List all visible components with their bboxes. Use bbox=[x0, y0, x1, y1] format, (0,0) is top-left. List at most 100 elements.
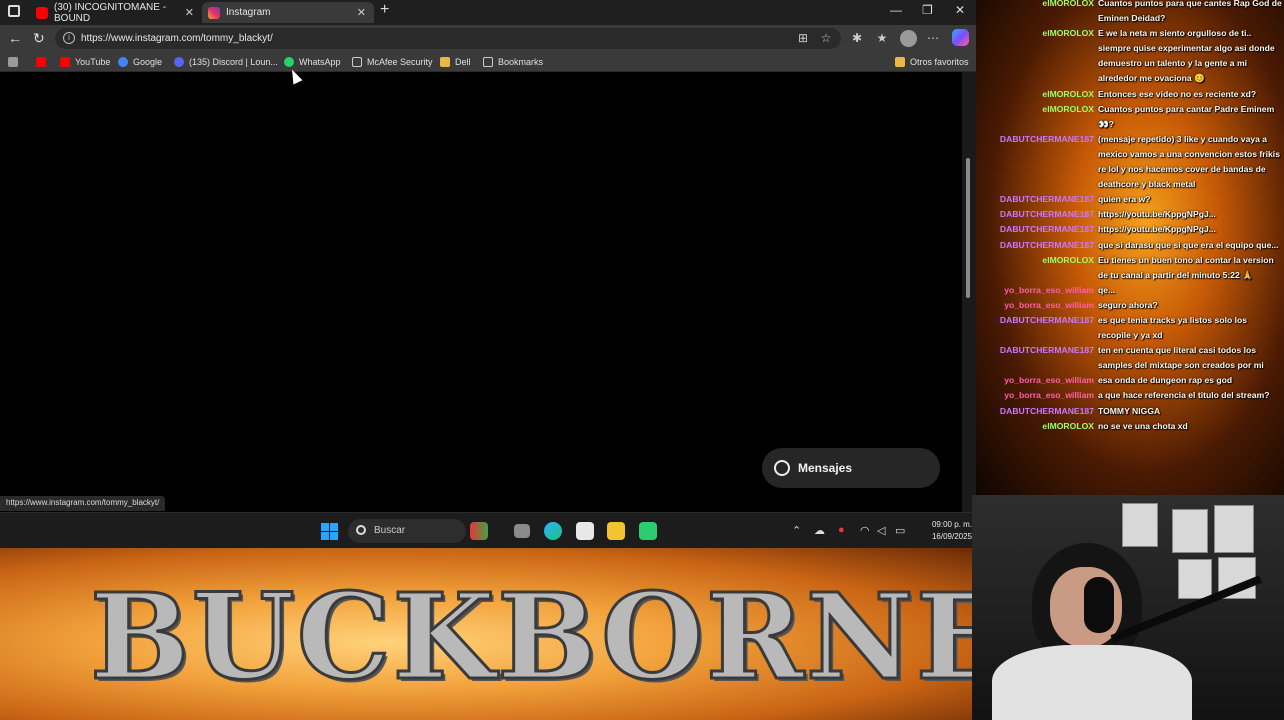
chat-username: DABUTCHERMANE187 bbox=[999, 314, 1094, 325]
app-available-icon[interactable]: ⊞ bbox=[796, 31, 810, 45]
youtube-icon bbox=[60, 57, 70, 67]
windows-start-icon[interactable] bbox=[321, 523, 338, 540]
chat-message: yo_borra_eso_william esa onda de dungeon … bbox=[976, 373, 1284, 388]
chat-username: elMOROLOX bbox=[1042, 103, 1094, 114]
minimize-button[interactable]: — bbox=[890, 3, 902, 17]
reload-button[interactable]: ↻ bbox=[33, 30, 45, 47]
taskbar-search[interactable]: Buscar bbox=[348, 519, 466, 543]
chat-text: ten en cuenta que literal casi todos los… bbox=[1098, 345, 1264, 371]
file-explorer-icon[interactable] bbox=[607, 522, 625, 540]
bookmark-label: Dell bbox=[455, 57, 471, 67]
close-icon[interactable]: ✕ bbox=[185, 6, 194, 19]
bookmark-google[interactable]: Google bbox=[118, 55, 162, 69]
url-input[interactable]: i https://www.instagram.com/tommy_blacky… bbox=[55, 28, 841, 49]
chat-message: DABUTCHERMANE187 https://youtu.be/KppgNPg… bbox=[976, 207, 1284, 222]
youtube-icon bbox=[36, 6, 48, 19]
bookmark-label: Bookmarks bbox=[498, 57, 544, 67]
chat-username: DABUTCHERMANE187 bbox=[999, 224, 1094, 235]
restore-button[interactable]: ❐ bbox=[922, 3, 933, 17]
favorites-icon[interactable]: ★ bbox=[875, 31, 889, 45]
tray-chevron-icon[interactable]: ⌃ bbox=[792, 524, 801, 537]
bookmark-label: Otros favoritos bbox=[910, 57, 969, 67]
bookmark-bookmarks[interactable]: Bookmarks bbox=[483, 55, 543, 69]
bookmark-whatsapp[interactable]: WhatsApp bbox=[284, 55, 341, 69]
chat-message: DABUTCHERMANE187 que si darasu que si que… bbox=[976, 238, 1284, 253]
bookmark-youtube[interactable]: YouTube bbox=[60, 55, 110, 69]
chat-message: elMOROLOX Cuantos puntos para cantar Padr… bbox=[976, 102, 1284, 132]
chat-text: qe... bbox=[1098, 284, 1116, 295]
stream-banner: BUCKBORNE bbox=[0, 548, 972, 720]
wall-poster bbox=[1178, 559, 1212, 599]
onedrive-icon[interactable]: ☁ bbox=[814, 524, 825, 537]
wifi-icon[interactable]: ◠ bbox=[860, 524, 870, 537]
chat-message: yo_borra_eso_william seguro ahora? bbox=[976, 298, 1284, 313]
chat-message: elMOROLOX Cuantos puntos para que cantes … bbox=[976, 0, 1284, 26]
tab-instagram[interactable]: Instagram ✕ bbox=[202, 2, 374, 23]
close-icon[interactable]: ✕ bbox=[357, 6, 366, 19]
bookmark-discord[interactable]: (135) Discord | Loun... bbox=[174, 55, 278, 69]
bookmark-dell[interactable]: Dell bbox=[440, 55, 471, 69]
chat-message: elMOROLOX Entonces ese video no es recien… bbox=[976, 87, 1284, 102]
wall-poster bbox=[1172, 509, 1208, 553]
store-icon[interactable] bbox=[576, 522, 594, 540]
chat-text: es que tenia tracks ya listos solo los r… bbox=[1098, 314, 1248, 341]
chat-username: elMOROLOX bbox=[1042, 88, 1094, 99]
more-menu-icon[interactable]: ⋯ bbox=[926, 31, 940, 45]
tab-actions-icon[interactable] bbox=[8, 5, 20, 17]
chat-message: DABUTCHERMANE187 https://youtu.be/KppgNPg… bbox=[976, 222, 1284, 237]
web-page-content bbox=[0, 72, 962, 512]
chat-username: DABUTCHERMANE187 bbox=[999, 133, 1094, 144]
chat-message-list: elMOROLOX Cuantos puntos para que cantes … bbox=[976, 0, 1284, 434]
scroll-thumb[interactable] bbox=[966, 158, 970, 298]
webcam-feed bbox=[972, 495, 1284, 720]
back-button[interactable]: ← bbox=[8, 30, 22, 46]
battery-icon[interactable]: ▭ bbox=[895, 524, 905, 537]
chat-username: DABUTCHERMANE187 bbox=[999, 194, 1094, 205]
tab-bar: (30) INCOGNITOMANE - BOUND ✕ Instagram ✕… bbox=[0, 0, 976, 25]
chat-message: yo_borra_eso_william qe... bbox=[976, 283, 1284, 298]
green-app-icon[interactable] bbox=[639, 522, 657, 540]
clock-time: 09:00 p. m. bbox=[931, 520, 972, 529]
chat-text: https://youtu.be/KppgNPgJ... bbox=[1098, 224, 1216, 235]
chat-username: yo_borra_eso_william bbox=[1004, 375, 1094, 386]
chat-username: elMOROLOX bbox=[1042, 254, 1094, 265]
bookmarks-bar: YouTube Google (135) Discord | Loun... W… bbox=[0, 52, 976, 72]
favorite-star-icon[interactable]: ☆ bbox=[819, 31, 833, 45]
taskbar-clock[interactable]: 09:00 p. m. 16/09/2025 bbox=[912, 519, 972, 543]
chat-text: seguro ahora? bbox=[1098, 299, 1158, 310]
chat-text: https://youtu.be/KppgNPgJ... bbox=[1098, 209, 1216, 220]
copilot-icon[interactable] bbox=[952, 29, 969, 46]
bookmark-label: YouTube bbox=[75, 57, 111, 67]
chat-username: elMOROLOX bbox=[1042, 0, 1094, 8]
url-text: https://www.instagram.com/tommy_blackyt/ bbox=[81, 33, 273, 44]
browser-window: (30) INCOGNITOMANE - BOUND ✕ Instagram ✕… bbox=[0, 0, 976, 512]
chat-text: Cuantos puntos para que cantes Rap God d… bbox=[1098, 0, 1282, 24]
bookmark-label: WhatsApp bbox=[299, 57, 341, 67]
edge-icon[interactable] bbox=[544, 522, 562, 540]
widget-app-icon[interactable] bbox=[470, 522, 488, 540]
chat-username: yo_borra_eso_william bbox=[1004, 390, 1094, 401]
extensions-icon[interactable]: ✱ bbox=[850, 31, 864, 45]
volume-icon[interactable]: ◁ bbox=[877, 524, 885, 537]
chat-text: que si darasu que si que era el equipo q… bbox=[1098, 239, 1279, 250]
task-view-icon[interactable] bbox=[514, 524, 530, 538]
bookmark-label: (135) Discord | Loun... bbox=[189, 57, 278, 67]
banner-title: BUCKBORNE bbox=[89, 566, 973, 708]
chat-username: yo_borra_eso_william bbox=[1004, 299, 1094, 310]
folder-icon bbox=[895, 57, 905, 67]
search-icon bbox=[356, 525, 366, 535]
close-window-button[interactable]: ✕ bbox=[955, 3, 965, 17]
bookmark-apps-icon[interactable] bbox=[8, 55, 23, 69]
wall-poster bbox=[1122, 503, 1158, 547]
messages-button[interactable]: Mensajes bbox=[762, 448, 940, 488]
profile-avatar[interactable] bbox=[900, 30, 917, 47]
mic-icon[interactable]: ● bbox=[838, 524, 845, 536]
page-scrollbar[interactable] bbox=[962, 72, 976, 512]
site-info-icon[interactable]: i bbox=[63, 32, 75, 44]
chat-message: elMOROLOX E we la neta m siento orgulloso… bbox=[976, 26, 1284, 86]
bookmark-other-favorites[interactable]: Otros favoritos bbox=[895, 55, 969, 69]
bookmark-youtube-short[interactable] bbox=[36, 55, 51, 69]
tab-youtube[interactable]: (30) INCOGNITOMANE - BOUND ✕ bbox=[30, 2, 202, 24]
bookmark-mcafee[interactable]: McAfee Security bbox=[352, 55, 433, 69]
new-tab-button[interactable]: + bbox=[380, 1, 389, 19]
